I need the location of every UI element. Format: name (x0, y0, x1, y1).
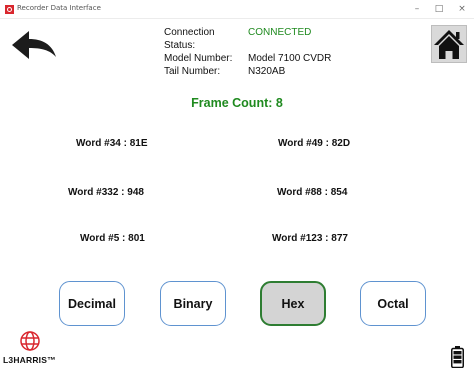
word-value: 854 (330, 187, 348, 198)
frame-count: Frame Count: 8 (191, 96, 283, 110)
app-window: Recorder Data Interface – □ × Connection… (0, 0, 474, 372)
connection-status-value: CONNECTED (248, 27, 312, 38)
l3harris-logo-text: L3HARRIS™ (3, 355, 56, 365)
back-button[interactable] (10, 28, 58, 62)
word-readout: Word #332 : 948 (68, 187, 144, 198)
word-label: Word #332 : (68, 187, 125, 198)
connection-status-label: Connection Status: (164, 27, 215, 51)
back-arrow-icon (12, 31, 56, 59)
connection-info: Connection Status: CONNECTED Model Numbe… (164, 26, 331, 78)
word-readout: Word #49 : 82D (278, 138, 350, 149)
battery-icon (451, 346, 464, 369)
word-readout: Word #5 : 801 (80, 233, 145, 244)
word-readout: Word #34 : 81E (76, 138, 148, 149)
minimize-button[interactable]: – (410, 3, 424, 15)
maximize-button[interactable]: □ (432, 3, 446, 15)
l3harris-logo-icon (20, 331, 40, 351)
model-number-label: Model Number: (164, 53, 233, 64)
decimal-button[interactable]: Decimal (59, 281, 125, 326)
title-bar: Recorder Data Interface – □ × (0, 0, 474, 19)
word-label: Word #49 : (278, 138, 329, 149)
battery-indicator (451, 346, 464, 369)
home-button[interactable] (431, 25, 467, 63)
word-value: 877 (331, 233, 348, 244)
word-readout: Word #88 : 854 (277, 187, 347, 198)
home-icon (434, 30, 464, 59)
word-value: 82D (331, 138, 351, 149)
tail-number-label: Tail Number: (164, 66, 221, 77)
title-bar-divider (0, 18, 474, 19)
word-value: 81E (129, 138, 148, 149)
word-value: 801 (128, 233, 145, 244)
octal-button[interactable]: Octal (360, 281, 426, 326)
window-title: Recorder Data Interface (17, 4, 101, 12)
tail-number-value: N320AB (248, 66, 286, 77)
binary-button[interactable]: Binary (160, 281, 226, 326)
word-value: 948 (127, 187, 144, 198)
word-label: Word #5 : (80, 233, 126, 244)
close-button[interactable]: × (455, 3, 469, 15)
word-label: Word #88 : (277, 187, 328, 198)
app-icon (5, 5, 14, 14)
model-number-value: Model 7100 CVDR (248, 53, 332, 64)
hex-button[interactable]: Hex (260, 281, 326, 326)
word-label: Word #123 : (272, 233, 329, 244)
word-label: Word #34 : (76, 138, 127, 149)
word-readout: Word #123 : 877 (272, 233, 348, 244)
